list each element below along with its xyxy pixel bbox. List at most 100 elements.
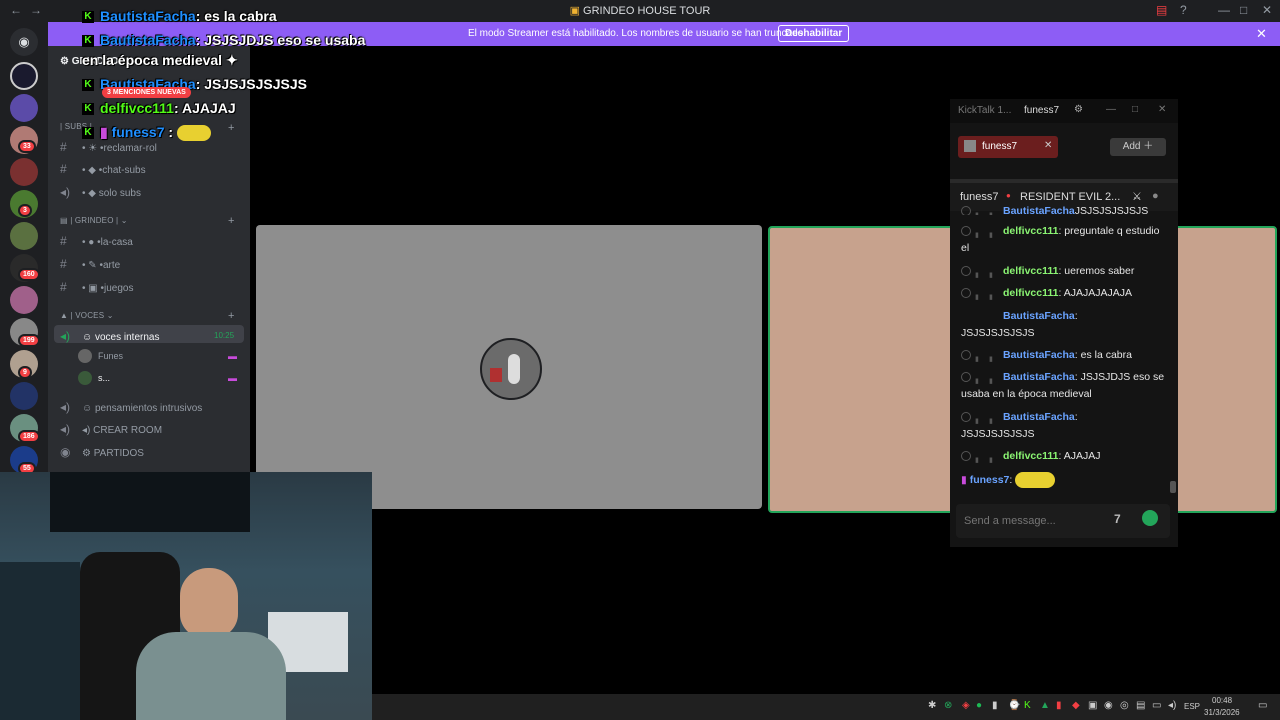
overlay-chat-line: Kdelfivcc111: AJAJAJ	[82, 100, 236, 116]
maximize-icon[interactable]: □	[1240, 3, 1247, 17]
spotify-icon[interactable]: ●	[976, 700, 982, 711]
app-tray-icon[interactable]: ⌚	[1008, 700, 1020, 711]
kick-icon: K	[82, 35, 94, 48]
bluetooth-icon[interactable]: ✱	[928, 700, 936, 711]
kick-tray-icon[interactable]: K	[1024, 700, 1031, 711]
app-tray-icon[interactable]: ◎	[1120, 700, 1129, 711]
server-icon[interactable]	[10, 158, 38, 186]
scrollbar-thumb[interactable]	[1170, 481, 1176, 493]
speaker-icon: ◂)	[60, 329, 71, 343]
app-tray-icon[interactable]: ▮	[1056, 700, 1062, 711]
maximize-icon[interactable]: □	[1132, 104, 1138, 115]
server-icon[interactable]	[10, 382, 38, 410]
emote-icon	[1015, 472, 1056, 489]
message-box: 7	[956, 504, 1170, 538]
hash-icon: #	[60, 140, 67, 154]
minimize-icon[interactable]: —	[1218, 3, 1230, 17]
overlay-chat-line: K BautistaFacha: es la cabra	[82, 8, 277, 24]
close-icon[interactable]: ✕	[1158, 104, 1166, 115]
voice-user[interactable]: s...	[98, 373, 110, 383]
mention-badge: 160	[18, 268, 40, 281]
chat-message: ▮ funess7:	[961, 472, 1166, 489]
channel-item[interactable]: ◂) • ◆ solo subs	[60, 185, 141, 199]
voice-channel[interactable]: ◂) ☺ pensamientos intrusivos	[60, 400, 202, 414]
mention-badge: 199	[18, 334, 40, 347]
mic-icon: ▮	[100, 124, 112, 140]
close-window-icon[interactable]: ✕	[1262, 3, 1272, 17]
stream-icon: ▬	[228, 373, 237, 383]
kicktalk-window: KickTalk 1... funess7 ⚙ — □ ✕ funess7 ✕ …	[950, 99, 1178, 547]
app-tray-icon[interactable]: ◉	[1104, 700, 1113, 711]
help-icon[interactable]: ?	[1180, 3, 1187, 17]
app-tray-icon[interactable]: ▣	[1088, 700, 1097, 711]
clock-date[interactable]: 31/3/2026	[1204, 708, 1240, 717]
app-tray-icon[interactable]: ◈	[962, 700, 970, 711]
send-message-input[interactable]	[962, 510, 1096, 532]
app-tray-icon[interactable]: ▤	[1136, 700, 1145, 711]
chat-message: ▮ ▮ BautistaFacha: JSJSJDJS eso se usaba e…	[961, 371, 1165, 400]
streamer-face	[180, 568, 238, 638]
channel-item[interactable]: # • ✎ •arte	[60, 257, 120, 271]
sword-icon[interactable]: ⚔	[1132, 190, 1142, 203]
mentions-pill[interactable]: 3 MENCIONES NUEVAS	[102, 87, 191, 98]
network-icon[interactable]: ▭	[1152, 700, 1161, 711]
language-indicator[interactable]: ESP	[1184, 702, 1200, 711]
notifications-icon[interactable]: ▭	[1258, 700, 1267, 711]
add-channel-icon[interactable]: +	[228, 215, 234, 227]
discord-home-icon[interactable]: ◉	[10, 28, 38, 56]
kicktalk-titlebar: KickTalk 1... funess7 ⚙ — □ ✕	[950, 99, 1178, 123]
voice-timer: 10:25	[214, 331, 235, 340]
kick-icon: K	[82, 79, 94, 92]
speaker-icon: ◉	[60, 445, 71, 459]
app-tray-icon[interactable]: ▲	[1040, 700, 1050, 711]
channel-item[interactable]: # • ● •la-casa	[60, 234, 133, 248]
channel-item[interactable]: # • ☀ •reclamar-rol	[60, 140, 157, 154]
add-button[interactable]: Add ＋	[1110, 138, 1166, 156]
chat-message: ▮ ▮ delfivcc111: preguntale q estudio el	[961, 225, 1160, 254]
chat-message: ▮ ▮ BautistaFacha: es la cabra	[961, 347, 1166, 364]
disable-button[interactable]: Deshabilitar	[778, 25, 850, 42]
user-icon[interactable]: ●	[1152, 190, 1159, 202]
close-icon[interactable]: ✕	[1044, 140, 1052, 151]
channel-item[interactable]: # • ▣ •juegos	[60, 280, 133, 294]
close-icon[interactable]: ✕	[1256, 26, 1267, 42]
volume-icon[interactable]: ◂)	[1168, 700, 1176, 711]
avatar	[78, 349, 92, 363]
chat-message: ▮ ▮ delfivcc111: ueremos saber	[961, 263, 1166, 280]
server-icon[interactable]	[10, 222, 38, 250]
voice-channel[interactable]: ◂) ◂) CREAR ROOM	[60, 422, 162, 436]
chat-message: ▮ ▮ delfivcc111: AJAJAJAJAJA	[961, 285, 1166, 302]
tv-screen	[50, 472, 250, 532]
category-grindeo[interactable]: ▤ | GRINDEO | ⌄	[60, 216, 128, 225]
server-icon[interactable]	[10, 286, 38, 314]
avatar	[964, 140, 976, 152]
voice-channel[interactable]: ◉ ⚙ PARTIDOS	[60, 445, 144, 459]
stream-icon: ▬	[228, 351, 237, 361]
mention-badge: 33	[18, 140, 36, 153]
xbox-icon[interactable]: ⊗	[944, 700, 952, 711]
gear-icon[interactable]: ⚙	[1074, 104, 1083, 115]
server-icon[interactable]	[10, 62, 38, 90]
mention-badge: 186	[18, 430, 40, 443]
channel-item[interactable]: # • ◆ •chat-subs	[60, 162, 146, 176]
inbox-icon[interactable]: ▤	[1156, 3, 1167, 17]
mic-icon: ▮	[961, 474, 970, 486]
minimize-icon[interactable]: —	[1106, 104, 1116, 115]
kick-emote-icon[interactable]: 7	[1114, 512, 1121, 526]
avatar	[480, 338, 542, 400]
emoji-icon[interactable]	[1142, 510, 1158, 526]
tab-kicktalk[interactable]: KickTalk 1...	[958, 105, 1011, 116]
mention-badge: 3	[18, 204, 32, 217]
add-channel-icon[interactable]: +	[228, 122, 234, 134]
hash-icon: #	[60, 162, 67, 176]
app-tray-icon[interactable]: ◆	[1072, 700, 1080, 711]
server-icon[interactable]	[10, 94, 38, 122]
add-channel-icon[interactable]: +	[228, 310, 234, 322]
voice-user[interactable]: Funes	[98, 351, 123, 361]
voice-channel-name[interactable]: ◂) ☺ voces internas	[60, 329, 159, 343]
category-voces[interactable]: ▲ | VOCES ⌄	[60, 311, 114, 320]
clock-time[interactable]: 00:48	[1212, 696, 1232, 705]
microphone-icon[interactable]: ▮	[992, 700, 998, 711]
tab-funess7[interactable]: funess7	[1024, 105, 1059, 116]
channel-chip[interactable]: funess7 ✕	[958, 136, 1058, 158]
